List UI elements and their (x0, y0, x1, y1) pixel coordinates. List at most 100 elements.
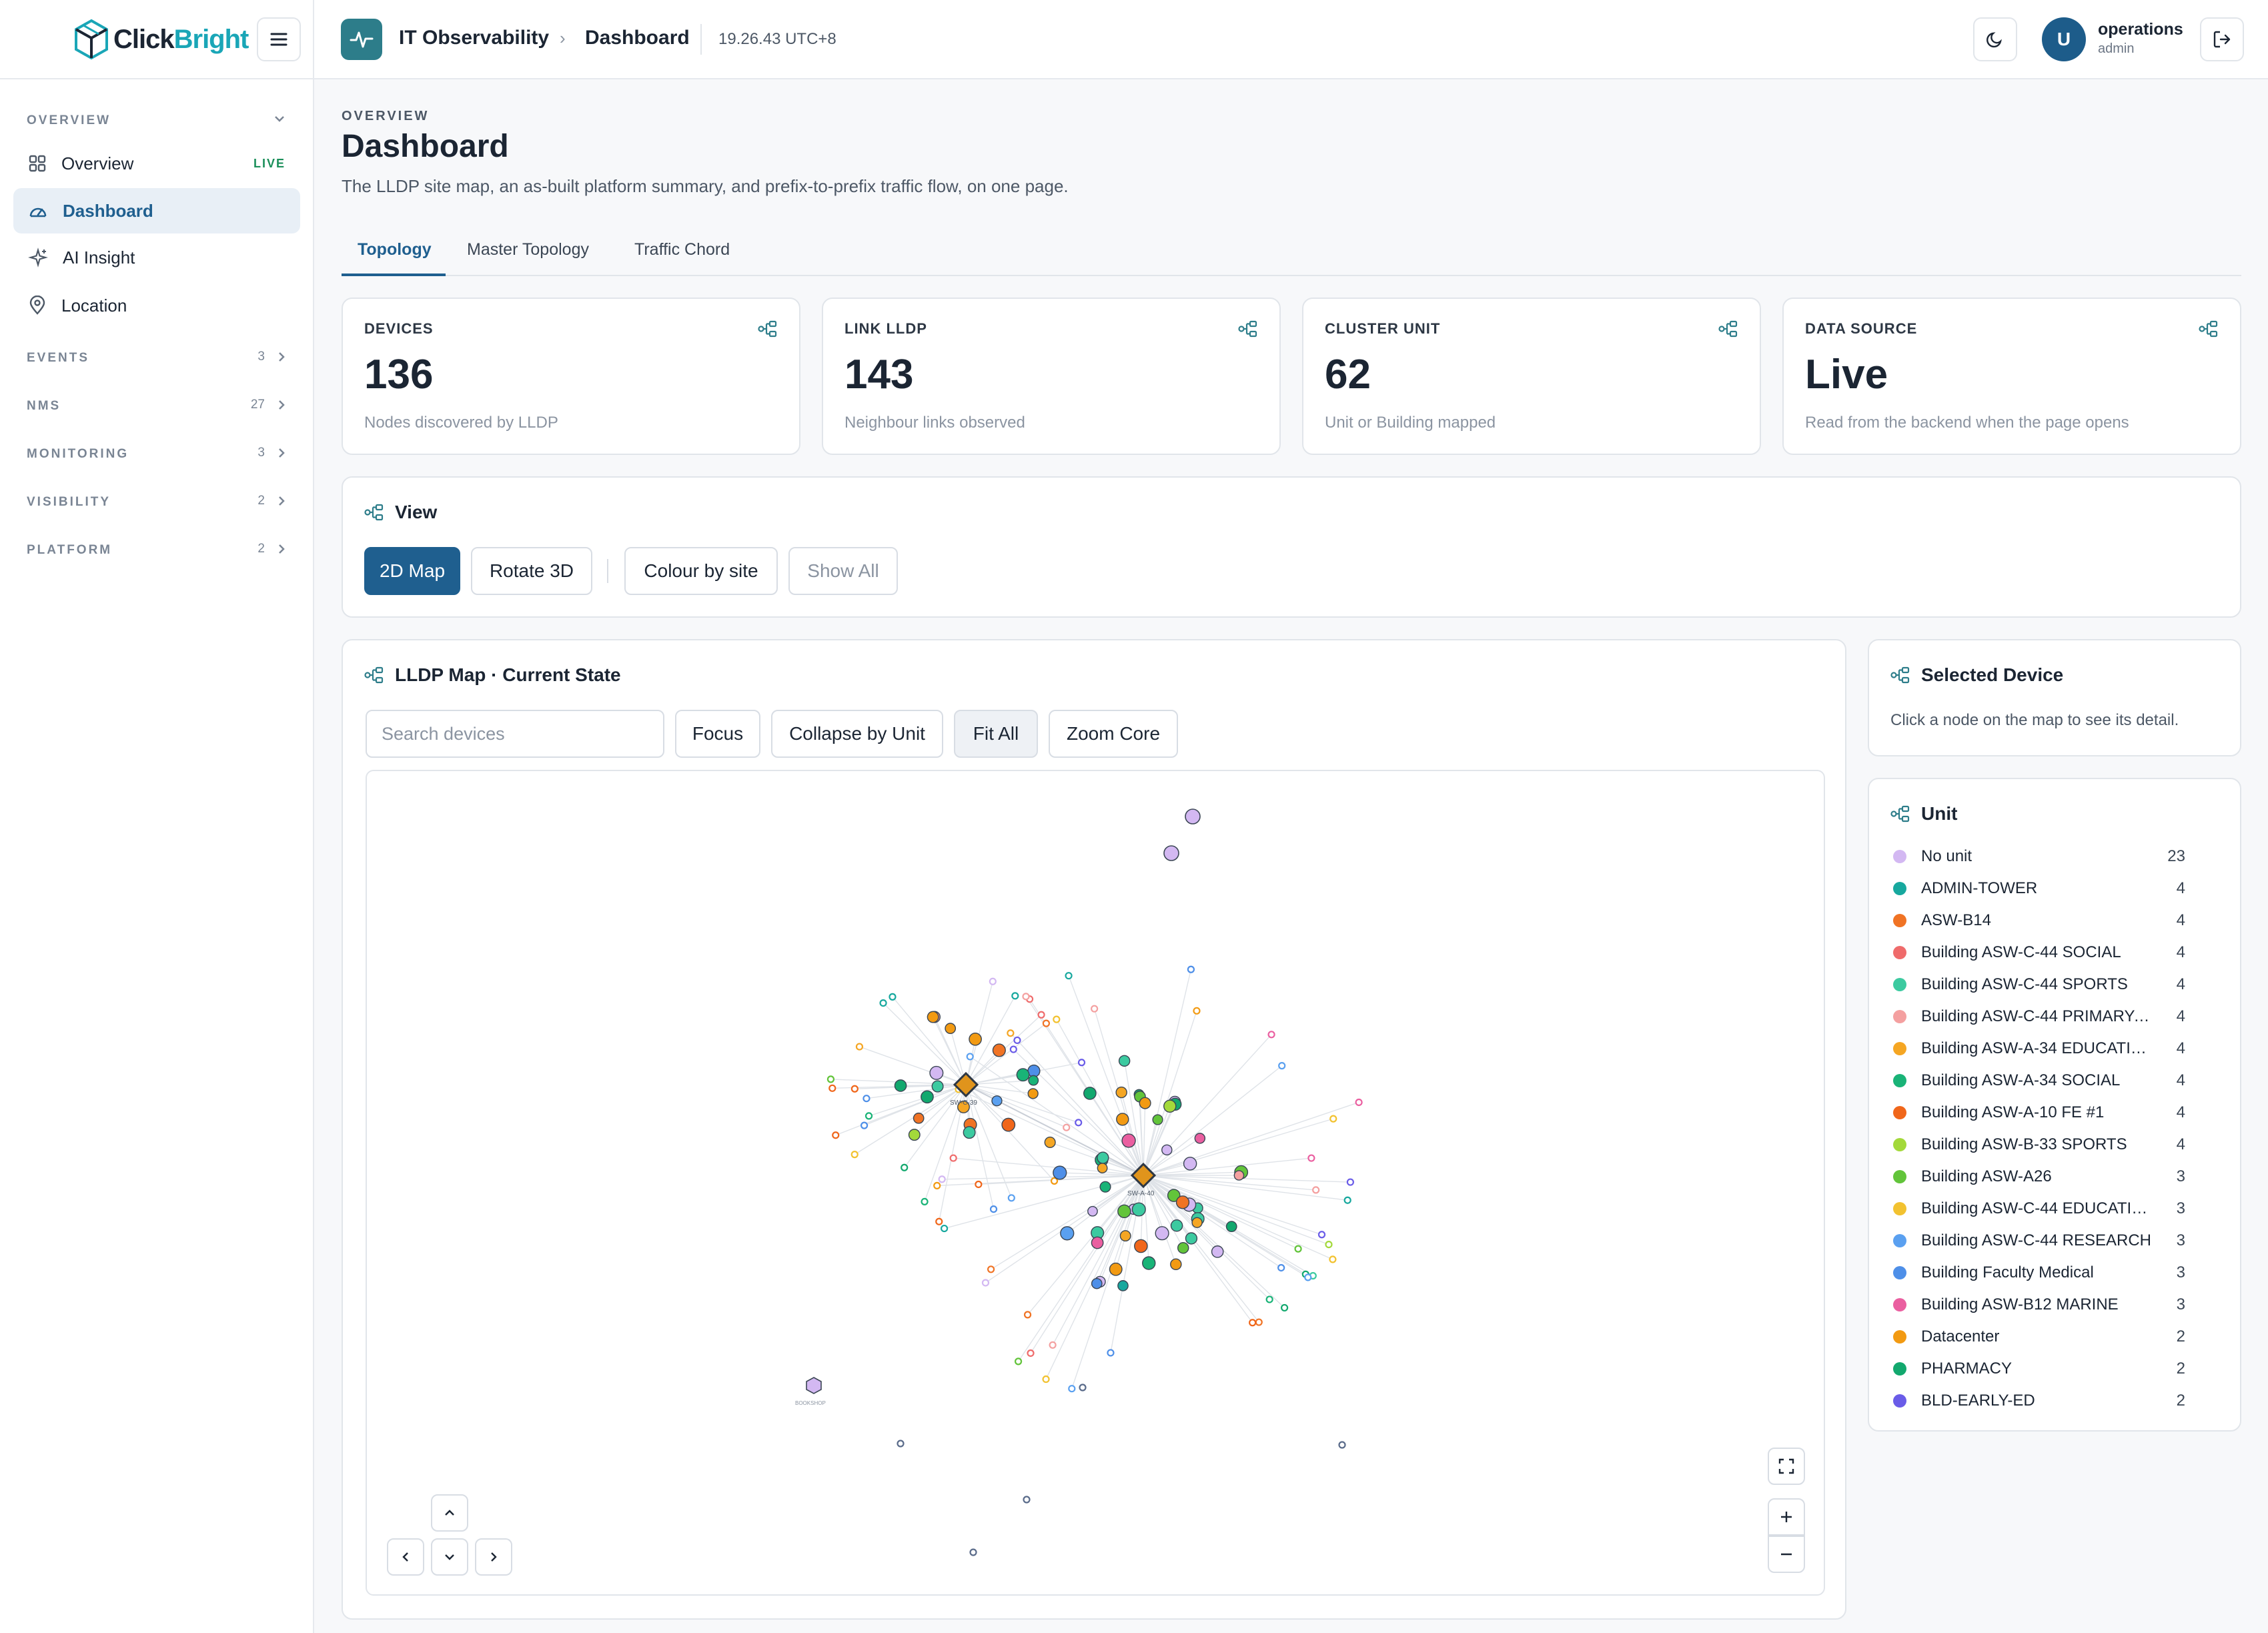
isolated-device-node[interactable] (1163, 845, 1179, 861)
device-node[interactable] (1109, 1262, 1123, 1276)
device-node[interactable] (1187, 965, 1195, 973)
device-node[interactable] (963, 1126, 976, 1139)
device-node[interactable] (851, 1085, 859, 1093)
device-node[interactable] (1115, 1086, 1127, 1099)
unit-list-item[interactable]: No unit 23 (1890, 843, 2185, 870)
device-node[interactable] (1225, 1221, 1237, 1233)
topology-graph[interactable]: SW-C-39 SW-A-40 BOOKSHOP (367, 771, 1825, 1596)
device-node[interactable] (989, 1205, 998, 1213)
device-node[interactable] (969, 1032, 982, 1046)
device-node[interactable] (1037, 1011, 1045, 1019)
sidebar-group-monitoring[interactable]: MONITORING (27, 447, 129, 462)
device-node[interactable] (1255, 1318, 1263, 1326)
device-node[interactable] (1265, 1295, 1273, 1303)
device-node[interactable] (1007, 1194, 1015, 1202)
unit-list[interactable]: No unit 23 ADMIN-TOWER 4 ASW-B14 4 Building AS… (1890, 843, 2185, 1413)
tab-traffic-chord[interactable]: Traffic Chord (634, 240, 730, 259)
device-node[interactable] (1249, 1319, 1257, 1327)
isolated-device-node[interactable] (1023, 1496, 1031, 1504)
device-node[interactable] (1329, 1255, 1337, 1263)
search-devices-input[interactable] (366, 710, 664, 758)
isolated-device-node[interactable] (969, 1548, 977, 1556)
device-node[interactable] (929, 1065, 944, 1080)
device-node[interactable] (987, 1265, 995, 1273)
device-node[interactable] (1183, 1157, 1197, 1171)
device-node[interactable] (889, 993, 897, 1001)
sidebar-group-monitoring-meta[interactable]: 3 (257, 446, 286, 460)
device-node[interactable] (1097, 1151, 1109, 1164)
device-node[interactable] (949, 1154, 957, 1162)
device-node[interactable] (1277, 1263, 1285, 1272)
device-node[interactable] (1329, 1115, 1337, 1123)
unit-list-item[interactable]: BLD-EARLY-ED 2 (1890, 1388, 2185, 1413)
device-node[interactable] (1083, 1087, 1097, 1100)
unit-list-item[interactable]: Building Faculty Medical 3 (1890, 1259, 2185, 1286)
device-node[interactable] (1170, 1219, 1183, 1232)
app-title[interactable]: IT Observability (399, 27, 549, 49)
logout-button[interactable] (2200, 17, 2244, 61)
tab-master-topology[interactable]: Master Topology (467, 240, 589, 259)
device-node[interactable] (1077, 1059, 1086, 1067)
device-node[interactable] (1044, 1136, 1056, 1149)
device-node[interactable] (1355, 1098, 1363, 1107)
device-node[interactable] (1011, 992, 1019, 1000)
device-node[interactable] (1042, 1375, 1050, 1384)
device-node[interactable] (1001, 1117, 1016, 1132)
device-node[interactable] (931, 1080, 944, 1093)
unit-list-item[interactable]: Building ASW-C-44 PRIMARY-ED/PRE-SCHOOL 4 (1890, 1003, 2185, 1030)
graph-nodes[interactable] (806, 808, 1363, 1556)
device-node[interactable] (879, 999, 887, 1007)
device-node[interactable] (1193, 1007, 1201, 1015)
device-node[interactable] (913, 1112, 925, 1124)
pan-up-button[interactable] (431, 1494, 468, 1532)
device-node[interactable] (1027, 1088, 1039, 1099)
logo[interactable]: ClickBright (73, 19, 249, 60)
theme-toggle-button[interactable] (1973, 17, 2017, 61)
sidebar-item-dashboard[interactable]: Dashboard (13, 188, 300, 233)
device-node[interactable] (1346, 1178, 1354, 1186)
device-node[interactable] (992, 1043, 1006, 1057)
isolated-device-node[interactable] (1185, 808, 1201, 825)
device-node[interactable] (945, 1023, 957, 1035)
unit-list-item[interactable]: Building ASW-C-44 RESEARCH 3 (1890, 1227, 2185, 1254)
unit-list-item[interactable]: PHARMACY 2 (1890, 1355, 2185, 1382)
zoom-in-button[interactable] (1768, 1498, 1805, 1536)
device-node[interactable] (935, 1217, 943, 1225)
device-node[interactable] (1117, 1204, 1131, 1219)
device-node[interactable] (1185, 1232, 1198, 1245)
sidebar-item-location[interactable]: Location (13, 283, 300, 328)
device-node[interactable] (1175, 1195, 1190, 1209)
device-node[interactable] (1278, 1062, 1286, 1070)
pan-right-button[interactable] (475, 1538, 512, 1576)
device-node[interactable] (1170, 1258, 1182, 1271)
fullscreen-button[interactable] (1768, 1448, 1805, 1485)
device-node[interactable] (1343, 1196, 1351, 1204)
device-node[interactable] (1107, 1349, 1115, 1357)
sidebar-group-visibility-meta[interactable]: 2 (257, 494, 286, 508)
device-node[interactable] (1294, 1245, 1302, 1253)
device-node[interactable] (1116, 1113, 1129, 1126)
device-node[interactable] (966, 1053, 974, 1061)
isolated-device-node[interactable] (1338, 1441, 1346, 1449)
device-node[interactable] (1053, 1165, 1067, 1180)
device-node[interactable] (1211, 1245, 1224, 1258)
device-node[interactable] (1304, 1273, 1312, 1281)
device-node[interactable] (1022, 993, 1030, 1001)
device-node[interactable] (1091, 1236, 1104, 1249)
show-all-button[interactable]: Show All (788, 547, 898, 595)
device-node[interactable] (927, 1011, 939, 1023)
sidebar-section-overview[interactable]: OVERVIEW (27, 113, 111, 128)
sidebar-group-platform[interactable]: PLATFORM (27, 543, 112, 558)
sidebar-toggle-button[interactable] (257, 17, 301, 61)
device-node[interactable] (1280, 1303, 1289, 1312)
device-node[interactable] (1139, 1097, 1151, 1109)
device-node[interactable] (1053, 1015, 1061, 1023)
device-node[interactable] (1049, 1341, 1057, 1349)
device-node[interactable] (921, 1197, 929, 1206)
unit-list-item[interactable]: ASW-B14 4 (1890, 907, 2185, 934)
device-node[interactable] (828, 1084, 836, 1092)
unit-list-item[interactable]: Building ASW-B12 MARINE 3 (1890, 1291, 2185, 1318)
device-node[interactable] (1075, 1119, 1083, 1127)
device-node[interactable] (1016, 1068, 1030, 1082)
device-node[interactable] (989, 977, 997, 985)
